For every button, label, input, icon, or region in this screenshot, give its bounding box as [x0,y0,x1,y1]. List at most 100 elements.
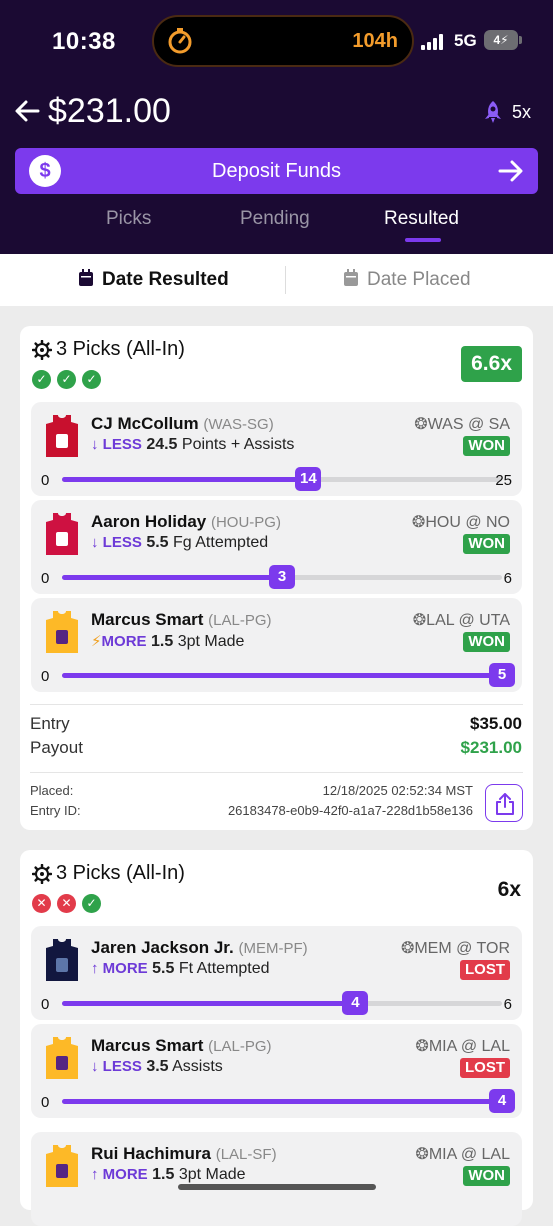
line-value: 3.5 [146,1058,169,1075]
result-badge: WON [463,1166,510,1186]
basketball-icon: ❂ [415,1146,429,1163]
line-value: 5.5 [146,534,169,551]
sort-date-resulted[interactable]: Date Resulted [102,269,229,291]
game-matchup: MIA @ LAL [428,1038,510,1055]
progress-track: 4 [62,1089,515,1113]
range-min: 0 [41,472,50,489]
player-position: (HOU-PG) [210,514,281,531]
arrow-right-icon [498,160,523,182]
sort-date-placed[interactable]: Date Placed [367,269,471,291]
entry-title: 3 Picks (All-In) [56,862,185,884]
timer-text: 104h [352,30,398,52]
clock: 10:38 [52,28,116,55]
deposit-funds-button[interactable]: $ Deposit Funds [15,148,538,194]
back-arrow-icon[interactable] [14,98,40,124]
progress-track: 14 [62,467,502,491]
pick-outcomes: ✓ ✓ ✓ [32,370,107,390]
divider [285,266,286,294]
direction-more: ⚡MORE [91,633,147,650]
jersey-icon [46,1037,78,1079]
entry-card[interactable]: 3 Picks (All-In) ✕ ✕ ✓ 6x Jaren Jackson Jr… [20,850,533,1226]
loss-x-icon: ✕ [57,894,76,913]
direction-more: ↑ MORE [91,960,148,977]
direction-more: ↑ MORE [91,1166,148,1183]
game-matchup: LAL @ UTA [426,612,510,629]
jersey-icon [46,939,78,981]
entry-title: 3 Picks (All-In) [56,338,185,360]
dynamic-island[interactable]: 104h [152,15,414,67]
battery-icon: 4⚡ [484,30,518,50]
direction-label: LESS [102,1058,142,1075]
pick-row[interactable]: Rui Hachimura (LAL-SF) ↑ MORE 1.5 3pt Ma… [31,1132,522,1226]
deposit-label: Deposit Funds [212,160,341,182]
player-name: CJ McCollum [91,414,199,433]
boost-multiplier[interactable]: 5x [512,102,531,123]
direction-less: ↓ LESS [91,1058,142,1075]
stat-name: Ft Attempted [178,960,270,977]
entry-card[interactable]: 3 Picks (All-In) ✓ ✓ ✓ 6.6x CJ McCollum (W… [20,326,533,830]
rocket-icon[interactable] [482,100,504,124]
jersey-icon [46,415,78,457]
stat-name: Fg Attempted [173,534,269,551]
game-matchup: WAS @ SA [427,416,510,433]
result-badge: WON [463,436,510,456]
basketball-icon: ❂ [400,940,415,957]
loss-x-icon: ✕ [32,894,51,913]
actual-value: 5 [489,663,515,687]
line-value: 1.5 [151,633,174,650]
app-header: 10:38 104h 5G 4⚡ $231.00 5x $ Deposit Fu… [0,0,553,254]
payout-multiplier: 6.6x [461,346,522,382]
player-name: Marcus Smart [91,610,204,629]
range-max: 6 [503,570,512,587]
basketball-icon: ❂ [411,514,426,531]
direction-less: ↓ LESS [91,534,142,551]
actual-value: 3 [269,565,295,589]
pick-row[interactable]: Marcus Smart (LAL-PG) ↓ LESS 3.5 Assists… [31,1024,522,1118]
direction-label: LESS [102,436,142,453]
direction-label: MORE [101,633,147,650]
game-matchup: MEM @ TOR [414,940,510,957]
range-min: 0 [41,668,50,685]
placed-timestamp: 12/18/2025 02:52:34 MST [322,783,473,798]
share-button[interactable] [485,784,523,822]
tab-pending[interactable]: Pending [240,208,310,230]
tab-resulted[interactable]: Resulted [384,208,459,230]
pick-row[interactable]: Aaron Holiday (HOU-PG) ↓ LESS 5.5 Fg Att… [31,500,522,594]
progress-fill [62,575,282,580]
sort-tabs: Date Resulted Date Placed [0,254,553,306]
calendar-icon [79,269,93,286]
player-name: Marcus Smart [91,1036,204,1055]
gear-icon [32,340,52,360]
progress-fill [62,477,309,482]
jersey-icon [46,513,78,555]
tab-bar: Picks Pending Resulted [0,204,553,254]
progress-track: 3 [62,565,502,589]
range-min: 0 [41,996,50,1013]
payout-amount: $231.00 [460,738,522,757]
payout-label: Payout [30,738,83,757]
basketball-icon: ❂ [412,612,427,629]
stat-name: Points + Assists [181,436,295,453]
pick-row[interactable]: CJ McCollum (WAS-SG) ↓ LESS 24.5 Points … [31,402,522,496]
game-matchup: MIA @ LAL [428,1146,510,1163]
actual-value: 4 [342,991,369,1015]
line-value: 24.5 [146,436,178,453]
home-indicator[interactable] [178,1184,376,1190]
pick-row[interactable]: Marcus Smart (LAL-PG) ⚡MORE 1.5 3pt Made… [31,598,522,692]
range-max: 25 [495,472,512,489]
player-position: (LAL-SF) [215,1146,277,1163]
status-bar: 10:38 104h 5G 4⚡ [0,0,553,82]
tab-picks[interactable]: Picks [106,208,151,230]
progress-track: 5 [62,663,515,687]
player-position: (MEM-PF) [238,940,308,957]
result-badge: LOST [460,1058,510,1078]
account-balance: $231.00 [48,92,171,130]
direction-label: MORE [102,1166,148,1183]
progress-fill [62,673,502,678]
entry-amount: $35.00 [470,714,522,733]
gear-icon [32,864,52,884]
stat-name: Assists [172,1058,223,1075]
player-position: (LAL-PG) [208,1038,272,1055]
player-position: (WAS-SG) [203,416,274,433]
pick-row[interactable]: Jaren Jackson Jr. (MEM-PF) ↑ MORE 5.5 Ft… [31,926,522,1020]
